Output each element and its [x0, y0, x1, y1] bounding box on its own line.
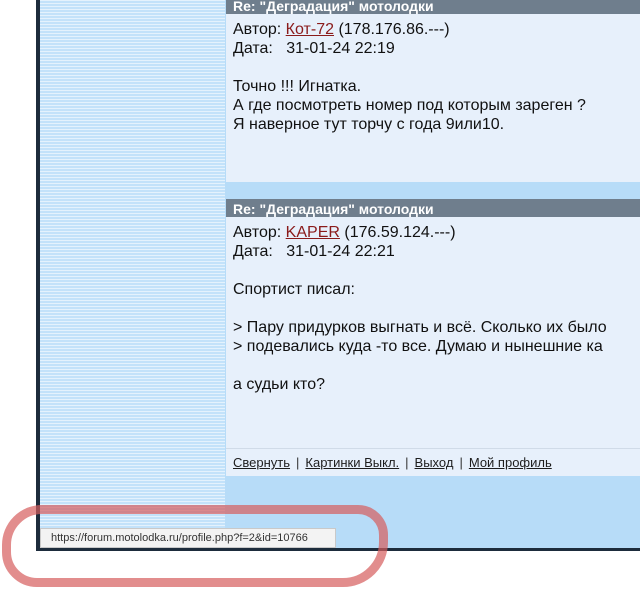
separator: |	[405, 455, 409, 470]
post-text-line: Спортист писал:	[233, 281, 355, 298]
author-line: Автор: KAPER (176.59.124.---)	[233, 223, 640, 242]
collapse-link[interactable]: Свернуть	[233, 455, 290, 470]
left-column-stripes	[40, 0, 225, 548]
date-line: Дата: 31-01-24 22:19	[233, 39, 640, 58]
logout-link[interactable]: Выход	[415, 455, 454, 470]
red-highlight-annotation	[2, 505, 388, 587]
author-label: Автор:	[233, 224, 282, 241]
footer-links: Свернуть | Картинки Выкл. | Выход | Мой профил…	[226, 448, 640, 476]
separator: |	[296, 455, 300, 470]
date-line: Дата: 31-01-24 22:21	[233, 242, 640, 261]
my-profile-link[interactable]: Мой профиль	[469, 455, 552, 470]
date-label: Дата:	[233, 40, 273, 57]
post-body: Автор: KAPER (176.59.124.---) Дата: 31-0…	[226, 217, 640, 394]
author-label: Автор:	[233, 21, 282, 38]
post-text-line: А где посмотреть номер под которым зарег…	[233, 97, 586, 114]
author-ip: (178.176.86.---)	[338, 21, 450, 38]
date-label: Дата:	[233, 243, 273, 260]
images-off-link[interactable]: Картинки Выкл.	[305, 455, 399, 470]
post-text-line: > Пару придурков выгнать и всё. Сколько …	[233, 319, 607, 336]
author-link[interactable]: Кот-72	[286, 21, 334, 38]
post-text-line: а судьи кто?	[233, 376, 325, 393]
page-left-border	[36, 0, 40, 548]
post-date: 31-01-24 22:21	[286, 243, 395, 260]
post-1: Re: "Деградация" мотолодки Автор: Кот-72…	[226, 0, 640, 182]
post-body: Автор: Кот-72 (178.176.86.---) Дата: 31-…	[226, 14, 640, 134]
post-2: Re: "Деградация" мотолодки Автор: KAPER …	[226, 199, 640, 448]
post-text-line: Точно !!! Игнатка.	[233, 78, 362, 95]
author-line: Автор: Кот-72 (178.176.86.---)	[233, 20, 640, 39]
post-text-line: > подевались куда -то все. Думаю и нынеш…	[233, 338, 603, 355]
post-date: 31-01-24 22:19	[286, 40, 395, 57]
post-text-line: Я наверное тут торчу с года 9или10.	[233, 116, 505, 133]
separator: |	[459, 455, 463, 470]
author-link[interactable]: KAPER	[286, 224, 340, 241]
author-ip: (176.59.124.---)	[344, 224, 456, 241]
post-title: Re: "Деградация" мотолодки	[226, 0, 640, 14]
post-title: Re: "Деградация" мотолодки	[226, 199, 640, 217]
